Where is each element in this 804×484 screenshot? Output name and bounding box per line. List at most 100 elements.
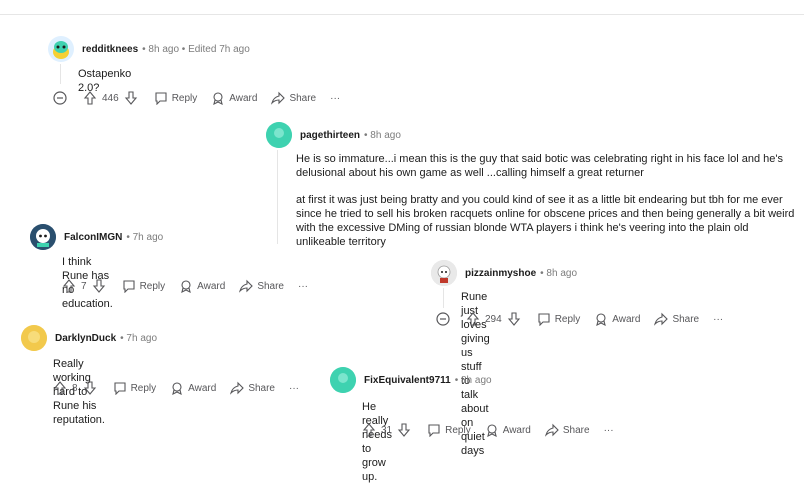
avatar[interactable] — [21, 325, 47, 351]
reply-icon — [123, 280, 135, 293]
award-button[interactable]: Award — [211, 91, 257, 105]
more-options-button[interactable]: ··· — [289, 383, 299, 394]
upvote-icon[interactable] — [62, 279, 76, 293]
reply-label: Reply — [130, 382, 157, 394]
award-label: Award — [502, 424, 531, 436]
share-label: Share — [289, 92, 317, 104]
share-icon — [230, 381, 245, 395]
award-button[interactable]: Award — [170, 381, 216, 395]
award-icon — [596, 313, 607, 326]
more-options-button[interactable]: ··· — [604, 425, 614, 436]
more-icon: ··· — [603, 424, 614, 436]
top-divider — [0, 14, 804, 15]
upvote-icon[interactable] — [53, 381, 67, 395]
downvote-icon[interactable] — [124, 91, 138, 105]
reply-icon — [114, 382, 126, 395]
share-button[interactable]: Share — [271, 91, 316, 105]
award-label: Award — [229, 92, 258, 104]
reply-button[interactable]: Reply — [537, 312, 581, 326]
comment-meta: • 8h ago — [454, 374, 492, 386]
upvote-icon[interactable] — [83, 91, 97, 105]
username[interactable]: DarklynDuck — [55, 333, 116, 344]
comment-meta: • 8h ago • Edited 7h ago — [142, 43, 250, 55]
thread-line[interactable] — [443, 288, 444, 308]
share-label: Share — [562, 424, 590, 436]
comment-meta: • 8h ago — [540, 267, 578, 279]
comment-meta: • 7h ago — [120, 332, 158, 344]
collapse-icon — [436, 312, 450, 326]
share-button[interactable]: Share — [230, 381, 275, 395]
username[interactable]: pizzainmyshoe — [465, 268, 536, 279]
thread-line[interactable] — [277, 150, 278, 244]
more-icon: ··· — [713, 313, 724, 325]
comment-body: He is so immature...i mean this is the g… — [296, 153, 783, 179]
award-button[interactable]: Award — [594, 312, 640, 326]
award-label: Award — [612, 313, 641, 325]
more-icon: ··· — [298, 280, 308, 292]
snoo-avatar-icon — [48, 36, 74, 62]
award-button[interactable]: Award — [179, 279, 225, 293]
share-button[interactable]: Share — [654, 312, 699, 326]
downvote-icon[interactable] — [92, 279, 106, 293]
thread-line[interactable] — [60, 64, 61, 84]
share-icon — [654, 312, 669, 326]
reply-button[interactable]: Reply — [427, 423, 471, 437]
award-label: Award — [197, 280, 226, 292]
collapse-button[interactable] — [53, 91, 71, 105]
award-label: Award — [188, 382, 217, 394]
more-options-button[interactable]: ··· — [330, 93, 340, 104]
vote-count: 31 — [381, 424, 393, 436]
share-icon — [271, 91, 286, 105]
collapse-icon — [53, 91, 67, 105]
reply-icon — [428, 424, 440, 437]
avatar[interactable] — [48, 36, 74, 62]
username[interactable]: FalconIMGN — [64, 232, 122, 243]
share-label: Share — [672, 313, 700, 325]
award-button[interactable]: Award — [485, 423, 531, 437]
more-options-button[interactable]: ··· — [298, 281, 308, 292]
share-label: Share — [248, 382, 275, 394]
share-icon — [544, 423, 559, 437]
collapse-button[interactable] — [436, 312, 454, 326]
snoo-avatar-icon — [21, 325, 47, 351]
more-options-button[interactable]: ··· — [713, 314, 723, 325]
vote-count: 8 — [72, 382, 78, 394]
reply-label: Reply — [139, 280, 166, 292]
avatar[interactable] — [266, 122, 292, 148]
snoo-avatar-icon — [330, 367, 356, 393]
comment-body: He really needs to grow up. — [362, 401, 392, 483]
downvote-icon[interactable] — [507, 312, 521, 326]
reply-label: Reply — [445, 424, 471, 436]
share-icon — [239, 279, 254, 293]
downvote-icon[interactable] — [83, 381, 97, 395]
award-icon — [486, 424, 497, 437]
share-button[interactable]: Share — [544, 423, 590, 437]
reply-button[interactable]: Reply — [113, 381, 157, 395]
username[interactable]: FixEquivalent9711 — [364, 375, 451, 386]
snoo-avatar-icon — [431, 260, 457, 286]
award-icon — [213, 92, 224, 105]
avatar[interactable] — [431, 260, 457, 286]
vote-count: 446 — [102, 92, 119, 104]
comment-meta: • 7h ago — [126, 231, 164, 243]
reply-label: Reply — [554, 313, 581, 325]
upvote-icon[interactable] — [466, 312, 480, 326]
more-icon: ··· — [289, 382, 299, 394]
avatar[interactable] — [330, 367, 356, 393]
username[interactable]: redditknees — [82, 44, 138, 55]
snoo-avatar-icon — [266, 122, 292, 148]
share-button[interactable]: Share — [239, 279, 284, 293]
award-icon — [172, 382, 182, 395]
reply-icon — [538, 313, 550, 326]
vote-count: 294 — [485, 313, 502, 325]
reply-label: Reply — [171, 92, 198, 104]
downvote-icon[interactable] — [397, 423, 411, 437]
reply-button[interactable]: Reply — [122, 279, 166, 293]
reply-button[interactable]: Reply — [154, 91, 198, 105]
upvote-icon[interactable] — [362, 423, 376, 437]
snoo-avatar-icon — [30, 224, 56, 250]
username[interactable]: pagethirteen — [300, 130, 360, 141]
avatar[interactable] — [30, 224, 56, 250]
share-label: Share — [257, 280, 284, 292]
award-icon — [181, 280, 191, 293]
